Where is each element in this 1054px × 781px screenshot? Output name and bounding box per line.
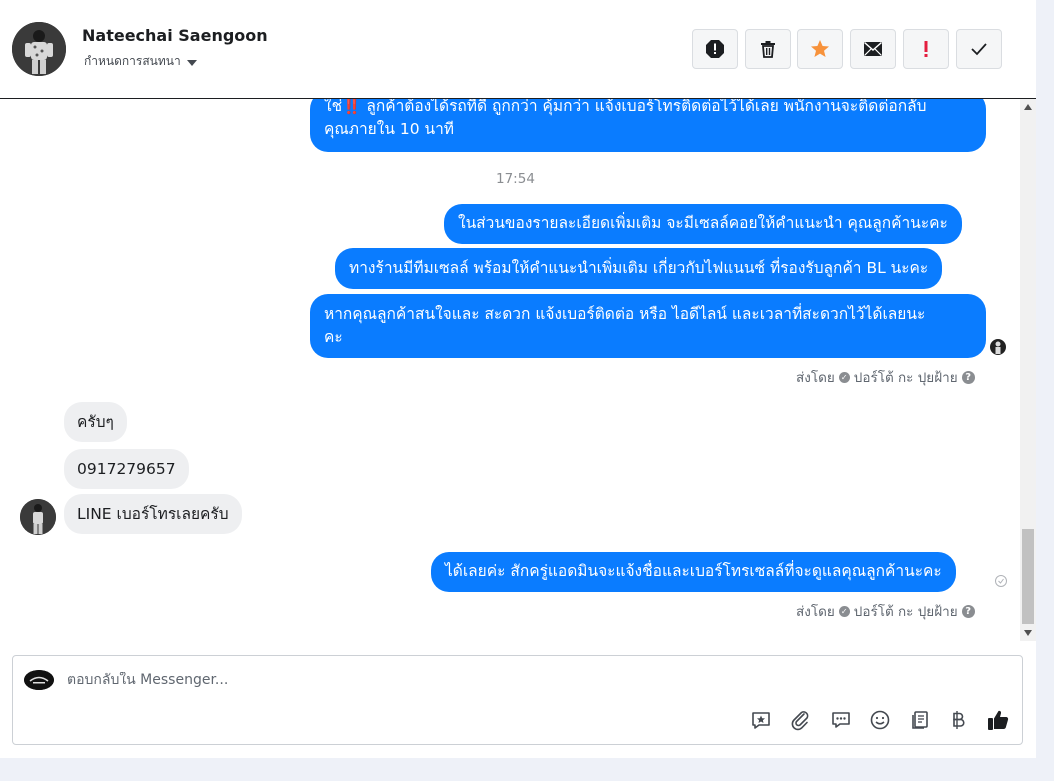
sender-name: ปอร์โต้ กะ ปุยฝ้าย <box>853 370 958 386</box>
notes-button[interactable] <box>907 707 933 733</box>
sent-by-label: ส่งโดย ✓ ปอร์โต้ กะ ปุยฝ้าย ? <box>796 600 975 622</box>
message-thread[interactable]: ใช่‼️ ลูกค้าต้องได้รถที่ดี ถูกกว่า คุ้มก… <box>0 99 1020 641</box>
emoji-button[interactable] <box>867 707 893 733</box>
message-text: หากคุณลูกค้าสนใจและ สะดวก แจ้งเบอร์ติดต่… <box>324 305 926 323</box>
important-button[interactable] <box>903 29 949 69</box>
message-bubble-outgoing[interactable]: ใช่‼️ ลูกค้าต้องได้รถที่ดี ถูกกว่า คุ้มก… <box>310 99 986 152</box>
message-text: ครับๆ <box>77 413 114 431</box>
quick-replies-button[interactable] <box>828 707 854 733</box>
message-bubble-outgoing[interactable]: ได้เลยค่ะ สักครู่แอดมินจะแจ้งชื่อและเบอร… <box>431 552 956 592</box>
trash-icon <box>761 41 775 58</box>
seen-avatar <box>990 339 1006 355</box>
message-text: 0917279657 <box>77 460 176 478</box>
message-text: ทางร้านมีทีมเซลล์ พร้อมให้คำแนะนำเพิ่มเต… <box>349 259 929 277</box>
reply-composer <box>12 655 1023 745</box>
spam-button[interactable] <box>692 29 738 69</box>
message-text: คุณภายใน 10 นาที <box>324 120 455 138</box>
message-text: ได้เลยค่ะ สักครู่แอดมินจะแจ้งชื่อและเบอร… <box>445 562 942 580</box>
thumbs-up-icon <box>988 710 1009 730</box>
conversation-header: Nateechai Saengoon กำหนดการสนทนา <box>0 0 1036 99</box>
saved-reply-button[interactable] <box>748 707 774 733</box>
sender-name: ปอร์โต้ กะ ปุยฝ้าย <box>853 604 958 620</box>
inbox-conversation-panel: Nateechai Saengoon กำหนดการสนทนา ใช่‼️ ล… <box>0 0 1036 758</box>
caret-down-icon <box>186 59 197 66</box>
saved-reply-icon <box>752 712 770 729</box>
message-text: LINE เบอร์โทรเลยครับ <box>77 505 229 523</box>
follow-up-button[interactable] <box>797 29 843 69</box>
like-button[interactable] <box>985 707 1011 733</box>
star-icon <box>811 40 829 57</box>
alert-octagon-icon <box>706 40 724 58</box>
envelope-icon <box>864 41 882 56</box>
message-text: ในส่วนของรายละเอียดเพิ่มเติม จะมีเซลล์คอ… <box>458 214 948 232</box>
done-button[interactable] <box>956 29 1002 69</box>
help-icon[interactable]: ? <box>961 370 975 384</box>
unread-button[interactable] <box>850 29 896 69</box>
payment-button[interactable] <box>946 707 972 733</box>
message-timestamp: 17:54 <box>496 171 535 187</box>
baht-icon <box>953 711 965 729</box>
scrollbar-thumb[interactable] <box>1022 529 1034 624</box>
contact-avatar[interactable] <box>12 22 66 76</box>
message-text: ใช่‼️ ลูกค้าต้องได้รถที่ดี ถูกกว่า คุ้มก… <box>324 99 927 115</box>
message-text: คะ <box>324 328 343 346</box>
contact-name[interactable]: Nateechai Saengoon <box>82 26 268 45</box>
notes-icon <box>912 711 928 729</box>
emoji-icon <box>870 710 890 730</box>
contact-avatar-small[interactable] <box>20 499 56 535</box>
verified-icon: ✓ <box>838 605 850 617</box>
message-bubble-outgoing[interactable]: ในส่วนของรายละเอียดเพิ่มเติม จะมีเซลล์คอ… <box>444 204 962 244</box>
page-logo <box>24 670 54 690</box>
scroll-up-icon[interactable] <box>1024 104 1032 110</box>
sent-by-text: ส่งโดย <box>796 370 835 386</box>
verified-icon: ✓ <box>838 371 850 383</box>
attachment-icon <box>791 711 809 731</box>
page-scrollbar[interactable] <box>1036 0 1054 781</box>
message-bubble-outgoing[interactable]: ทางร้านมีทีมเซลล์ พร้อมให้คำแนะนำเพิ่มเต… <box>335 248 943 289</box>
scroll-down-icon[interactable] <box>1024 630 1032 636</box>
thread-scrollbar[interactable] <box>1020 99 1036 641</box>
assign-label: กำหนดการสนทนา <box>84 54 181 68</box>
delete-button[interactable] <box>745 29 791 69</box>
conversation-assign-dropdown[interactable]: กำหนดการสนทนา <box>84 52 197 71</box>
sent-by-text: ส่งโดย <box>796 604 835 620</box>
message-bubble-incoming[interactable]: 0917279657 <box>64 449 189 489</box>
page-footer-area <box>0 758 1036 781</box>
message-bubble-outgoing[interactable]: หากคุณลูกค้าสนใจและ สะดวก แจ้งเบอร์ติดต่… <box>310 294 986 358</box>
attach-button[interactable] <box>788 707 814 733</box>
chat-bubbles-icon <box>832 712 850 728</box>
message-bubble-incoming[interactable]: ครับๆ <box>64 402 127 442</box>
help-icon[interactable]: ? <box>961 604 975 618</box>
check-icon <box>971 43 987 56</box>
message-bubble-incoming[interactable]: LINE เบอร์โทรเลยครับ <box>64 494 242 534</box>
delivered-icon <box>995 575 1007 587</box>
exclamation-icon <box>924 41 928 57</box>
reply-input[interactable] <box>67 672 967 688</box>
sent-by-label: ส่งโดย ✓ ปอร์โต้ กะ ปุยฝ้าย ? <box>796 366 975 388</box>
